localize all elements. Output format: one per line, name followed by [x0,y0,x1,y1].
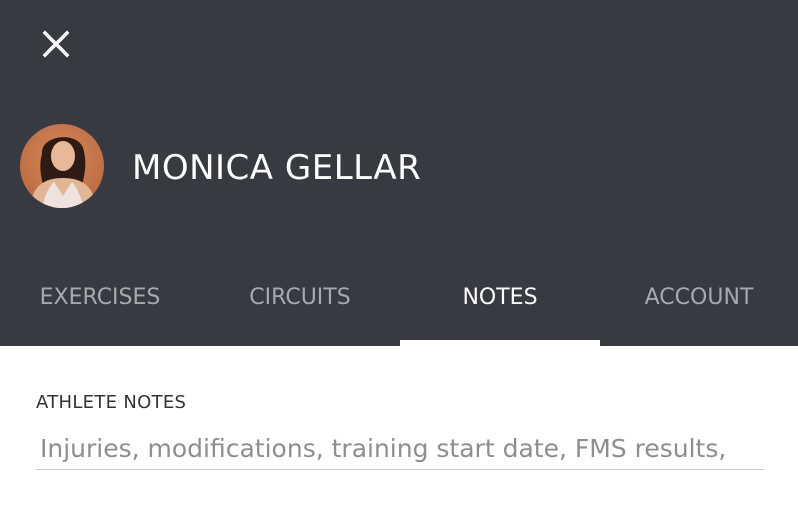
tab-bar: EXERCISES CIRCUITS NOTES ACCOUNT [0,262,798,346]
tab-exercises[interactable]: EXERCISES [0,262,200,346]
tab-circuits[interactable]: CIRCUITS [200,262,400,346]
close-icon [42,30,70,58]
tab-label: EXERCISES [39,284,161,310]
close-button[interactable] [36,24,76,64]
tab-label: CIRCUITS [249,284,351,310]
athlete-name: MONICA GELLAR [132,148,422,188]
active-tab-indicator [400,340,600,346]
athlete-notes-input[interactable] [36,428,764,470]
tab-notes[interactable]: NOTES [400,262,600,346]
tab-label: NOTES [462,284,538,310]
tab-account[interactable]: ACCOUNT [600,262,798,346]
athlete-header: MONICA GELLAR EXERCISES CIRCUITS NOTES A… [0,0,798,346]
athlete-notes-label: ATHLETE NOTES [36,392,187,413]
avatar [20,124,104,208]
tab-label: ACCOUNT [644,284,754,310]
